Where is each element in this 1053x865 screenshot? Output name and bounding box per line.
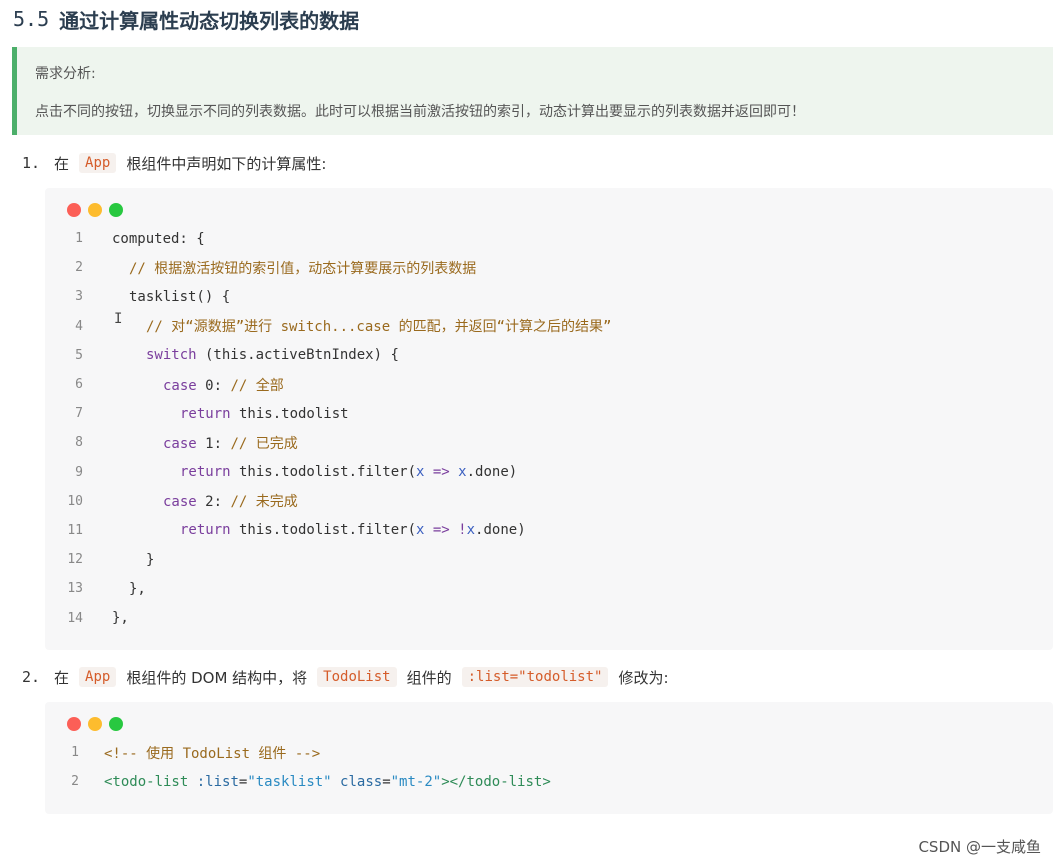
yellow-dot-icon <box>88 203 102 217</box>
inline-code-app: App <box>79 153 117 173</box>
code-line: 8 case 1: // 已完成 <box>75 435 298 452</box>
step-2-post: 修改为: <box>618 668 669 687</box>
red-dot-icon <box>67 203 81 217</box>
code-line: 6 case 0: // 全部 <box>75 377 284 394</box>
code-line: 11 return this.todolist.filter(x => !x.do… <box>67 522 526 539</box>
inline-code-todolist: TodoList <box>317 667 397 687</box>
step-2-mid2: 组件的 <box>406 668 452 687</box>
code-line: 13}, <box>67 580 146 597</box>
text-cursor-icon: I <box>114 311 123 327</box>
code-line: 2 <todo-list :list="tasklist" class="mt-2… <box>71 773 551 790</box>
tip-label: 需求分析: <box>35 66 96 82</box>
code-lines: 1 <!-- 使用 TodoList 组件 --> 2 <todo-list :li… <box>45 738 551 796</box>
green-dot-icon <box>109 203 123 217</box>
code-line: 12} <box>67 551 155 568</box>
code-block-2: 1 <!-- 使用 TodoList 组件 --> 2 <todo-list :li… <box>45 702 1053 814</box>
window-dots <box>67 203 130 217</box>
code-block-1: 1 computed: { 2// 根据激活按钮的索引值，动态计算要展示的列表数据… <box>45 188 1053 650</box>
step-2-mid1: 根组件的 DOM 结构中，将 <box>126 668 308 687</box>
code-line: 1 <!-- 使用 TodoList 组件 --> <box>71 745 321 762</box>
red-dot-icon <box>67 717 81 731</box>
step-2-pre: 在 <box>54 668 70 687</box>
code-line: 3 tasklist() { <box>75 288 231 305</box>
step-1: 1. 在 App 根组件中声明如下的计算属性: <box>22 151 326 175</box>
green-dot-icon <box>109 717 123 731</box>
section-title: 通过计算属性动态切换列表的数据 <box>59 8 360 33</box>
code-line: 10 case 2: // 未完成 <box>67 493 298 511</box>
code-line: 4// 对“源数据”进行 switch...case 的匹配，并返回“计算之后的… <box>75 318 612 336</box>
yellow-dot-icon <box>88 717 102 731</box>
section-heading: 5.5 通过计算属性动态切换列表的数据 <box>13 4 359 34</box>
code-line: 14}, <box>67 610 129 627</box>
window-dots <box>67 717 130 731</box>
watermark: CSDN @一支咸鱼 <box>918 838 1041 856</box>
code-line: 9 return this.todolist.filter(x => x.done… <box>75 464 518 481</box>
step-2-number: 2. <box>22 668 41 686</box>
code-line: 2// 根据激活按钮的索引值，动态计算要展示的列表数据 <box>75 260 477 277</box>
step-1-post: 根组件中声明如下的计算属性: <box>126 154 327 173</box>
code-line: 1 computed: { <box>75 230 205 247</box>
step-1-pre: 在 <box>54 154 70 173</box>
inline-code-app: App <box>79 667 117 687</box>
step-1-number: 1. <box>22 154 41 172</box>
code-line: 5 switch (this.activeBtnIndex) { <box>75 347 399 364</box>
code-line: 7 return this.todolist <box>75 405 349 422</box>
tip-text: 点击不同的按钮，切换显示不同的列表数据。此时可以根据当前激活按钮的索引，动态计算… <box>35 104 805 120</box>
section-number: 5.5 <box>13 7 50 31</box>
inline-code-list-prop: :list="todolist" <box>461 667 609 687</box>
code-lines: 1 computed: { 2// 根据激活按钮的索引值，动态计算要展示的列表数据… <box>45 224 611 633</box>
step-2: 2. 在 App 根组件的 DOM 结构中，将 TodoList 组件的 :li… <box>22 665 669 689</box>
requirement-tip: 需求分析: 点击不同的按钮，切换显示不同的列表数据。此时可以根据当前激活按钮的索… <box>12 47 1053 135</box>
